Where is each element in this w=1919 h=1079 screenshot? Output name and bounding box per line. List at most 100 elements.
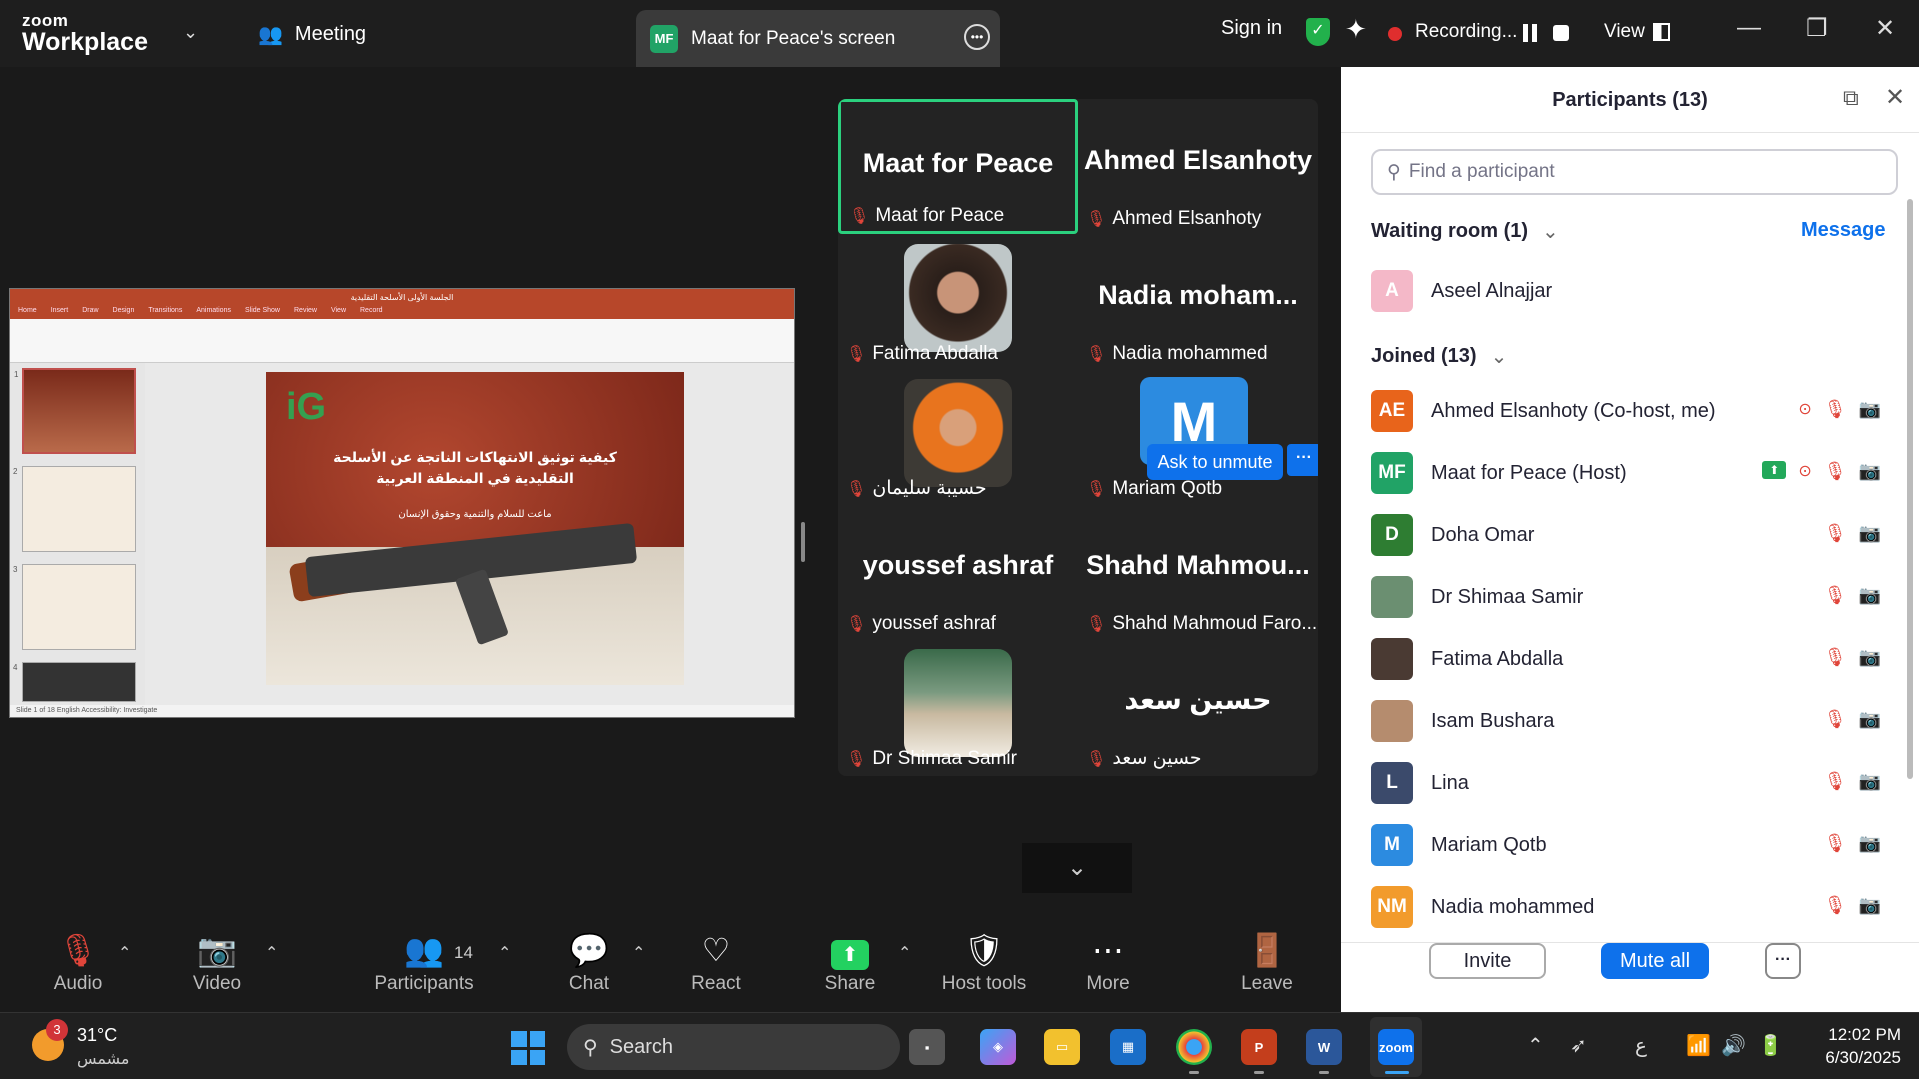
video-tile[interactable]: youssef ashraf 🎙 youssef ashraf xyxy=(838,504,1078,639)
video-off-icon[interactable]: 📷 xyxy=(1859,461,1881,482)
participant-search-input[interactable]: ⚲ Find a participant xyxy=(1371,149,1898,195)
video-tile[interactable]: 🎙 Fatima Abdalla xyxy=(838,234,1078,369)
ask-to-unmute-button[interactable]: Ask to unmute xyxy=(1147,444,1283,480)
video-off-icon[interactable]: 📷 xyxy=(1859,833,1881,854)
video-tile[interactable]: M 🎙 Mariam Qotb xyxy=(1078,369,1318,504)
pause-recording-icon[interactable] xyxy=(1523,24,1537,42)
security-shield-icon[interactable]: ✓ xyxy=(1306,18,1330,46)
mute-all-button[interactable]: Mute all xyxy=(1601,943,1709,979)
video-tile[interactable]: Shahd Mahmou... 🎙 Shahd Mahmoud Faro... xyxy=(1078,504,1318,639)
video-tile[interactable]: Nadia moham... 🎙 Nadia mohammed xyxy=(1078,234,1318,369)
chevron-down-icon[interactable]: ⌄ xyxy=(183,22,198,43)
share-options-icon[interactable]: ••• xyxy=(964,24,990,50)
mic-muted-icon[interactable]: 🎙 xyxy=(1824,895,1847,916)
waiting-room-header[interactable]: Waiting room (1) ⌄ xyxy=(1371,219,1559,244)
waiting-participant-row[interactable]: A Aseel Alnajjar xyxy=(1371,269,1881,313)
task-view-icon[interactable]: ▪ xyxy=(909,1029,945,1065)
video-off-icon[interactable]: 📷 xyxy=(1859,709,1881,730)
mic-muted-icon[interactable]: 🎙 xyxy=(1824,585,1847,606)
zoom-logo[interactable]: zoom Workplace xyxy=(22,12,148,55)
zoom-icon[interactable]: zoom xyxy=(1378,1029,1414,1065)
video-tile[interactable]: Maat for Peace 🎙 Maat for Peace xyxy=(838,99,1078,234)
participant-row[interactable]: AE Ahmed Elsanhoty (Co-host, me) ⊙ 🎙 📷 xyxy=(1371,389,1881,433)
powerpoint-icon[interactable]: P xyxy=(1241,1029,1277,1065)
invite-button[interactable]: Invite xyxy=(1429,943,1546,979)
participant-status-icons: 🎙 📷 xyxy=(1824,647,1881,668)
participant-row[interactable]: D Doha Omar 🎙 📷 xyxy=(1371,513,1881,557)
mic-muted-icon[interactable]: 🎙 xyxy=(1824,523,1847,544)
video-tile[interactable]: Ahmed Elsanhoty 🎙 Ahmed Elsanhoty xyxy=(1078,99,1318,234)
video-tile[interactable]: حسين سعد 🎙 حسين سعد xyxy=(1078,639,1318,774)
taskbar-search[interactable]: ⚲ Search xyxy=(567,1024,900,1070)
audio-button[interactable]: 🎙 Audio xyxy=(23,929,133,995)
show-hidden-icons[interactable]: ⌃ xyxy=(1527,1033,1544,1058)
host-tools-button[interactable]: 🛡 Host tools xyxy=(929,929,1039,995)
tile-more-button[interactable]: ··· xyxy=(1287,444,1318,476)
ai-companion-icon[interactable]: ✦ xyxy=(1345,14,1367,45)
pop-out-icon[interactable]: ⧉ xyxy=(1843,85,1859,111)
participant-row[interactable]: Fatima Abdalla 🎙 📷 xyxy=(1371,637,1881,681)
video-gallery: Maat for Peace 🎙 Maat for Peace Ahmed Els… xyxy=(838,99,1318,776)
clock[interactable]: 12:02 PM 6/30/2025 xyxy=(1817,1023,1901,1069)
participant-row[interactable]: Isam Bushara 🎙 📷 xyxy=(1371,699,1881,743)
share-options-caret[interactable]: ⌃ xyxy=(898,943,911,963)
video-button[interactable]: 📷 Video xyxy=(162,929,272,995)
chrome-icon[interactable] xyxy=(1176,1029,1212,1065)
video-options-caret[interactable]: ⌃ xyxy=(265,943,278,963)
location-icon[interactable]: ➶ xyxy=(1570,1033,1587,1058)
start-icon[interactable] xyxy=(511,1031,545,1065)
input-language[interactable]: ع xyxy=(1635,1033,1647,1058)
audio-options-caret[interactable]: ⌃ xyxy=(118,943,131,963)
mic-muted-icon[interactable]: 🎙 xyxy=(1824,399,1847,420)
mic-muted-icon[interactable]: 🎙 xyxy=(1824,709,1847,730)
mic-muted-icon[interactable]: 🎙 xyxy=(1824,771,1847,792)
minimize-icon[interactable]: — xyxy=(1737,14,1761,42)
video-tile[interactable]: 🎙 حسيبة سليمان xyxy=(838,369,1078,504)
wifi-icon[interactable]: 📶 xyxy=(1686,1033,1711,1058)
video-off-icon[interactable]: 📷 xyxy=(1859,399,1881,420)
chat-options-caret[interactable]: ⌃ xyxy=(632,943,645,963)
screen-share-tab[interactable]: MF Maat for Peace's screen ••• xyxy=(636,10,1000,67)
participant-row[interactable]: M Mariam Qotb 🎙 📷 xyxy=(1371,823,1881,867)
mic-muted-icon[interactable]: 🎙 xyxy=(1824,647,1847,668)
leave-button[interactable]: 🚪 Leave xyxy=(1212,929,1322,995)
joined-header[interactable]: Joined (13) ⌄ xyxy=(1371,344,1507,369)
participant-row[interactable]: L Lina 🎙 📷 xyxy=(1371,761,1881,805)
sign-in-button[interactable]: Sign in xyxy=(1221,17,1282,40)
volume-icon[interactable]: 🔊 xyxy=(1721,1033,1746,1058)
participant-row[interactable]: Dr Shimaa Samir 🎙 📷 xyxy=(1371,575,1881,619)
video-tile[interactable]: 🎙 Dr Shimaa Samir xyxy=(838,639,1078,774)
message-waiting-room-link[interactable]: Message xyxy=(1801,219,1886,242)
view-layout-icon[interactable] xyxy=(1653,23,1670,41)
view-button[interactable]: View xyxy=(1604,21,1645,43)
store-icon[interactable]: ▦ xyxy=(1110,1029,1146,1065)
copilot-icon[interactable]: ◈ xyxy=(980,1029,1016,1065)
word-icon[interactable]: W xyxy=(1306,1029,1342,1065)
close-icon[interactable]: ✕ xyxy=(1875,14,1895,43)
panel-scrollbar[interactable] xyxy=(1907,199,1913,779)
gallery-scroll-down-icon[interactable]: ⌄ xyxy=(1022,843,1132,893)
video-off-icon[interactable]: 📷 xyxy=(1859,585,1881,606)
mic-muted-icon[interactable]: 🎙 xyxy=(1824,833,1847,854)
more-button[interactable]: ⋯ More xyxy=(1053,929,1163,995)
participants-options-caret[interactable]: ⌃ xyxy=(498,943,511,963)
video-off-icon[interactable]: 📷 xyxy=(1859,771,1881,792)
mic-muted-icon[interactable]: 🎙 xyxy=(1824,461,1847,482)
more-options-button[interactable]: ··· xyxy=(1765,943,1801,979)
restore-icon[interactable]: ❐ xyxy=(1806,14,1828,43)
split-drag-handle[interactable] xyxy=(801,522,805,562)
chat-button[interactable]: 💬 Chat xyxy=(534,929,644,995)
share-button[interactable]: ⬆ Share xyxy=(795,929,905,995)
participant-row[interactable]: MF Maat for Peace (Host) ⬆ ⊙ 🎙 📷 xyxy=(1371,451,1881,495)
battery-icon[interactable]: 🔋 xyxy=(1758,1033,1783,1058)
stop-recording-icon[interactable] xyxy=(1553,25,1569,41)
close-panel-icon[interactable]: ✕ xyxy=(1885,83,1905,112)
participant-row[interactable]: NM Nadia mohammed 🎙 📷 xyxy=(1371,885,1881,929)
video-off-icon[interactable]: 📷 xyxy=(1859,647,1881,668)
ppt-ribbon xyxy=(10,319,794,363)
file-explorer-icon[interactable]: ▭ xyxy=(1044,1029,1080,1065)
video-off-icon[interactable]: 📷 xyxy=(1859,523,1881,544)
meeting-tab[interactable]: 👥 Meeting xyxy=(258,22,366,47)
video-off-icon[interactable]: 📷 xyxy=(1859,895,1881,916)
react-button[interactable]: ♡ React xyxy=(661,929,771,995)
